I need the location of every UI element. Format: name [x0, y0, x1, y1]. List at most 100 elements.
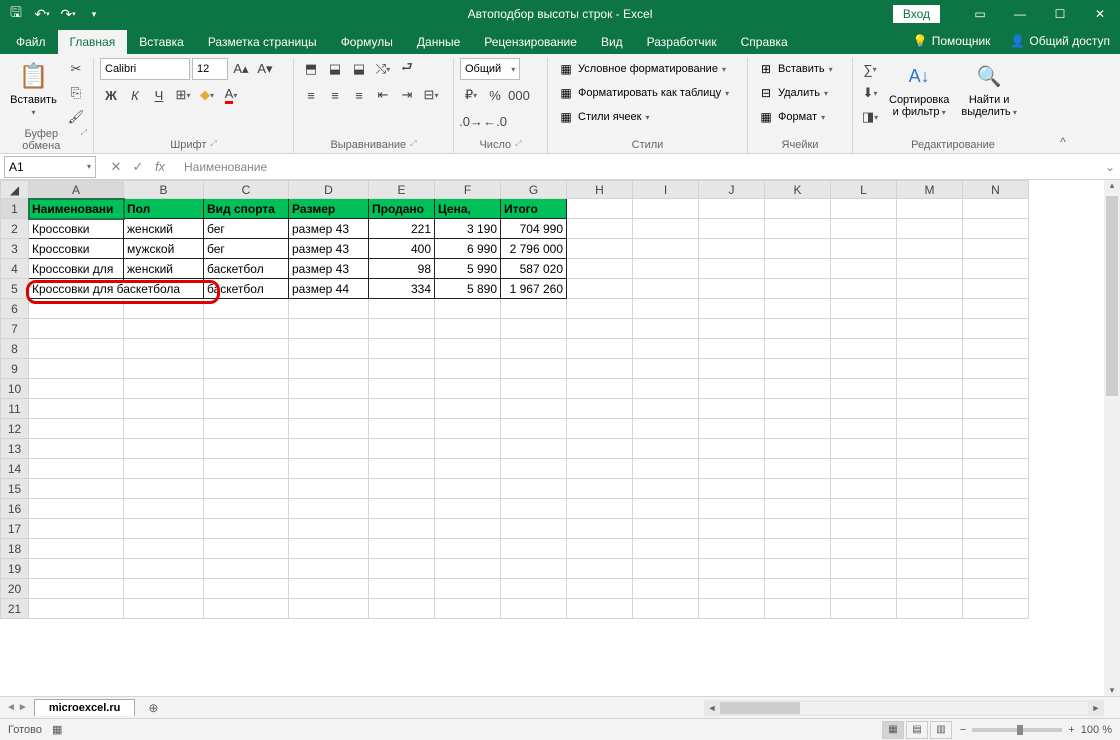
cell[interactable]: [29, 379, 124, 399]
cell[interactable]: [831, 479, 897, 499]
cell[interactable]: [633, 519, 699, 539]
cell[interactable]: 3 190: [435, 219, 501, 239]
column-header[interactable]: H: [567, 181, 633, 199]
cell[interactable]: [963, 559, 1029, 579]
cell[interactable]: [204, 299, 289, 319]
row-header[interactable]: 11: [1, 399, 29, 419]
cell[interactable]: [501, 519, 567, 539]
cell[interactable]: [633, 419, 699, 439]
column-header[interactable]: D: [289, 181, 369, 199]
cell[interactable]: [765, 199, 831, 219]
cell[interactable]: [289, 419, 369, 439]
cell[interactable]: [204, 559, 289, 579]
tab-formulas[interactable]: Формулы: [329, 30, 405, 54]
cell[interactable]: [897, 319, 963, 339]
cell[interactable]: [29, 299, 124, 319]
cell[interactable]: [501, 419, 567, 439]
increase-font-icon[interactable]: A▴: [230, 58, 252, 80]
cell[interactable]: [963, 359, 1029, 379]
cell[interactable]: [567, 479, 633, 499]
cell[interactable]: [897, 579, 963, 599]
cell[interactable]: Вид спорта: [204, 199, 289, 219]
column-header[interactable]: A: [29, 181, 124, 199]
cell[interactable]: женский: [124, 259, 204, 279]
tellme-button[interactable]: 💡Помощник: [913, 34, 991, 48]
cell[interactable]: [435, 399, 501, 419]
cell[interactable]: [567, 419, 633, 439]
cell[interactable]: [124, 599, 204, 619]
redo-icon[interactable]: ↷▾: [56, 2, 80, 26]
cell[interactable]: Наименовани: [29, 199, 124, 219]
cell[interactable]: [369, 379, 435, 399]
cell[interactable]: [501, 559, 567, 579]
cell[interactable]: [699, 399, 765, 419]
cell[interactable]: [831, 239, 897, 259]
cell[interactable]: [963, 259, 1029, 279]
cell[interactable]: [633, 599, 699, 619]
cell[interactable]: [289, 599, 369, 619]
formula-input[interactable]: Наименование: [176, 160, 1100, 174]
sheet-tab[interactable]: microexcel.ru: [34, 699, 136, 716]
row-header[interactable]: 2: [1, 219, 29, 239]
copy-icon[interactable]: ⎘: [65, 82, 87, 104]
cell[interactable]: [29, 579, 124, 599]
cell[interactable]: [29, 499, 124, 519]
cell[interactable]: [963, 579, 1029, 599]
cell[interactable]: [831, 499, 897, 519]
cell[interactable]: женский: [124, 219, 204, 239]
cell[interactable]: [435, 319, 501, 339]
row-header[interactable]: 17: [1, 519, 29, 539]
cell[interactable]: [289, 499, 369, 519]
cell[interactable]: [897, 279, 963, 299]
cell[interactable]: Размер: [289, 199, 369, 219]
cell[interactable]: [124, 339, 204, 359]
autosum-icon[interactable]: ∑: [859, 58, 881, 80]
cell[interactable]: [765, 419, 831, 439]
cell[interactable]: [435, 559, 501, 579]
cell[interactable]: [29, 519, 124, 539]
select-all-corner[interactable]: ◢: [1, 181, 29, 199]
cell[interactable]: [963, 479, 1029, 499]
cell[interactable]: [633, 439, 699, 459]
increase-indent-icon[interactable]: ⇥: [396, 84, 418, 106]
cell[interactable]: [369, 579, 435, 599]
cell[interactable]: [124, 539, 204, 559]
cell[interactable]: [501, 399, 567, 419]
cell[interactable]: [633, 259, 699, 279]
dialog-launcher-icon[interactable]: ⤢: [410, 139, 416, 151]
cell[interactable]: [289, 479, 369, 499]
add-sheet-icon[interactable]: ⊕: [143, 698, 163, 718]
enter-formula-icon[interactable]: ✓: [128, 159, 148, 175]
row-header[interactable]: 13: [1, 439, 29, 459]
cell[interactable]: Продано: [369, 199, 435, 219]
cell[interactable]: [633, 379, 699, 399]
cell[interactable]: [29, 319, 124, 339]
row-header[interactable]: 6: [1, 299, 29, 319]
column-header[interactable]: F: [435, 181, 501, 199]
delete-cells-button[interactable]: ⊟Удалить: [754, 82, 832, 104]
spreadsheet-grid[interactable]: ◢ABCDEFGHIJKLMN 1НаименованиПолВид спорт…: [0, 180, 1120, 696]
cell[interactable]: [699, 559, 765, 579]
borders-icon[interactable]: ⊞: [172, 84, 194, 106]
font-name-input[interactable]: [100, 58, 190, 80]
cell[interactable]: 221: [369, 219, 435, 239]
cell[interactable]: [435, 459, 501, 479]
cell[interactable]: [501, 459, 567, 479]
cell[interactable]: [633, 359, 699, 379]
cell[interactable]: [567, 199, 633, 219]
cancel-formula-icon[interactable]: ✕: [106, 159, 126, 175]
cell[interactable]: [501, 359, 567, 379]
cell[interactable]: 400: [369, 239, 435, 259]
cell[interactable]: [369, 559, 435, 579]
bold-button[interactable]: Ж: [100, 84, 122, 106]
cell[interactable]: [897, 219, 963, 239]
align-top-icon[interactable]: ⬒: [300, 58, 322, 80]
cell[interactable]: [567, 359, 633, 379]
row-header[interactable]: 19: [1, 559, 29, 579]
cell[interactable]: [831, 559, 897, 579]
cell[interactable]: 1 967 260: [501, 279, 567, 299]
align-bottom-icon[interactable]: ⬓: [348, 58, 370, 80]
cell[interactable]: [124, 319, 204, 339]
cell[interactable]: [204, 319, 289, 339]
cell[interactable]: [204, 419, 289, 439]
